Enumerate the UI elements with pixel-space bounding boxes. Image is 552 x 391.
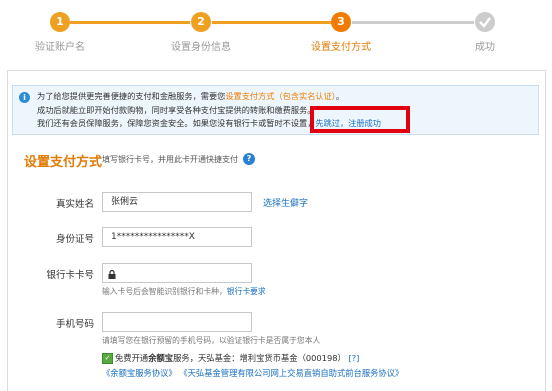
agreement-text: 免费开通余额宝服务，天弘基金：增利宝货币基金（000198） [?] <box>115 352 359 364</box>
section-title: 设置支付方式 <box>24 155 103 170</box>
phone-hint: 请填写您在银行预留的手机号码，以验证银行卡是否属于您本人 <box>102 336 321 345</box>
card-label: 银行卡卡号 <box>46 270 94 281</box>
help-icon[interactable]: ? <box>243 153 255 165</box>
notice-text: 。 <box>335 91 345 101</box>
checkmark-icon <box>475 12 495 32</box>
agreement-links[interactable]: 《余额宝服务协议》 《天弘基金管理有限公司网上交易直销自助式前台服务协议》 <box>102 367 403 379</box>
card-requirement-link[interactable]: 银行卡要求 <box>227 287 266 296</box>
notice-highlight: 设置支付方式（包含实名认证） <box>225 91 336 101</box>
phone-field[interactable] <box>102 312 252 332</box>
section-hint: 填写银行卡号，并用此卡开通快捷支付 <box>102 155 238 164</box>
name-label: 真实姓名 <box>55 199 94 210</box>
agreement-help-link[interactable]: [?] <box>348 353 359 363</box>
card-hint: 输入卡号后会智能识别银行和卡种，银行卡要求 <box>102 286 266 297</box>
agreement-text-part: 免费开通 <box>115 353 149 363</box>
notice-line-2: 成功后就能立即开始付款购物，同时享受各种支付宝提供的转账和缴费服务。 <box>37 105 316 115</box>
info-icon: i <box>19 92 30 103</box>
step-connector <box>70 21 190 24</box>
step-3-circle: 3 <box>331 12 351 32</box>
progress-steps: 1 2 3 验证账户名 设置身份信息 设置支付方式 成功 <box>0 0 552 60</box>
info-notice: i 为了给您提供更完善便捷的支付和金融服务，需要您设置支付方式（包含实名认证）。… <box>12 85 539 135</box>
rare-char-link[interactable]: 选择生僻字 <box>263 196 308 209</box>
agreement-product: 余额宝 <box>148 353 174 363</box>
id-field[interactable]: 1****************X <box>102 227 252 247</box>
card-number-field[interactable] <box>102 263 252 283</box>
notice-text: 我们还有会员保障服务，保障您资金安全。如果您没有银行卡或暂时不设置， <box>37 118 316 128</box>
step-3-label: 设置支付方式 <box>311 42 371 53</box>
step-1-circle: 1 <box>50 12 70 32</box>
highlight-box <box>310 106 410 133</box>
agreement-checkbox[interactable]: ✓ <box>102 353 113 364</box>
phone-label: 手机号码 <box>55 319 94 330</box>
notice-text: 为了给您提供更完善便捷的支付和金融服务，需要您 <box>37 91 226 101</box>
notice-line-1: 为了给您提供更完善便捷的支付和金融服务，需要您设置支付方式（包含实名认证）。 <box>37 90 344 102</box>
step-4-label: 成功 <box>475 42 495 53</box>
step-2-label: 设置身份信息 <box>171 42 231 53</box>
agreement-text-part: 服务，天弘基金：增利宝货币基金（000198） <box>173 353 346 363</box>
step-1-label: 验证账户名 <box>35 42 85 53</box>
id-label: 身份证号 <box>55 234 94 245</box>
step-2-circle: 2 <box>191 12 211 32</box>
name-field[interactable]: 张俐云 <box>102 192 252 212</box>
step-connector <box>212 21 332 24</box>
step-connector <box>352 21 474 24</box>
card-hint-text: 输入卡号后会智能识别银行和卡种， <box>102 287 227 296</box>
lock-icon <box>108 270 116 279</box>
